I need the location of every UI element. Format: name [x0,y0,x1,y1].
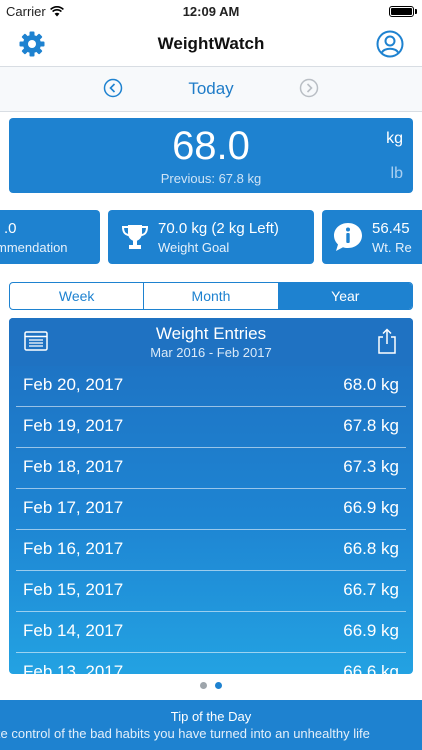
tab-week[interactable]: Week [10,283,145,309]
entry-weight: 67.8 kg [343,416,399,435]
entry-weight: 67.3 kg [343,457,399,476]
tab-year[interactable]: Year [278,283,412,309]
entry-weight: 66.7 kg [343,580,399,599]
table-row[interactable]: Feb 15, 2017 66.7 kg [16,571,406,612]
current-weight-value: 68.0 [172,124,250,168]
entry-weight: 66.8 kg [343,539,399,558]
tip-text: ke control of the bad habits you have tu… [0,726,370,741]
trophy-icon [121,225,149,249]
recommendation-label: mmendation [0,240,68,255]
unit-lb-toggle[interactable]: lb [391,165,403,183]
unit-kg-toggle[interactable]: kg [386,130,403,148]
entry-date: Feb 20, 2017 [23,375,124,394]
nav-bar: WeightWatch [0,24,422,66]
table-row[interactable]: Feb 18, 2017 67.3 kg [16,448,406,489]
table-row[interactable]: Feb 13, 2017 66.6 kg [16,653,406,674]
weight-entries-panel: Weight Entries Mar 2016 - Feb 2017 Feb 2… [9,318,413,674]
entry-date: Feb 15, 2017 [23,580,124,599]
period-selector: Week Month Year [9,282,413,310]
page-indicator[interactable] [0,682,422,692]
date-navigator: Today [0,66,422,112]
table-row[interactable]: Feb 14, 2017 66.9 kg [16,612,406,653]
entries-header: Weight Entries Mar 2016 - Feb 2017 [9,318,413,366]
table-row[interactable]: Feb 16, 2017 66.8 kg [16,530,406,571]
entries-list: Feb 20, 2017 68.0 kg Feb 19, 2017 67.8 k… [9,366,413,674]
status-time: 12:09 AM [182,4,240,19]
weight-range-label: Wt. Re [372,240,412,255]
chevron-right-icon[interactable] [299,78,319,98]
table-row[interactable]: Feb 20, 2017 68.0 kg [16,366,406,407]
entry-date: Feb 14, 2017 [23,621,124,640]
entry-date: Feb 17, 2017 [23,498,124,517]
weight-range-card[interactable]: 56.45 Wt. Re [322,210,422,264]
entry-weight: 66.9 kg [343,621,399,640]
recommendation-value: .0 [4,220,17,237]
tab-month[interactable]: Month [144,283,279,309]
current-weight-card[interactable]: 68.0 Previous: 67.8 kg kg lb [9,118,413,193]
weight-goal-value: 70.0 kg (2 kg Left) [158,220,279,237]
status-bar: Carrier 12:09 AM [0,0,422,24]
entry-date: Feb 16, 2017 [23,539,124,558]
entries-date-range: Mar 2016 - Feb 2017 [150,345,272,360]
weight-goal-label: Weight Goal [158,240,230,255]
entries-title: Weight Entries [155,324,267,343]
weight-range-value: 56.45 [372,220,410,237]
table-row[interactable]: Feb 19, 2017 67.8 kg [16,407,406,448]
share-icon[interactable] [377,328,397,354]
tip-title: Tip of the Day [170,709,252,724]
entry-weight: 68.0 kg [343,375,399,394]
entry-weight: 66.9 kg [343,498,399,517]
previous-weight-label: Previous: 67.8 kg [160,171,262,186]
app-title: WeightWatch [157,34,265,53]
entry-date: Feb 13, 2017 [23,662,124,674]
info-icon [334,223,362,251]
user-icon[interactable] [376,30,404,58]
battery-icon [389,6,417,17]
entry-date: Feb 19, 2017 [23,416,124,435]
table-row[interactable]: Feb 17, 2017 66.9 kg [16,489,406,530]
entry-date: Feb 18, 2017 [23,457,124,476]
entry-weight: 66.6 kg [343,662,399,674]
weight-goal-card[interactable]: 70.0 kg (2 kg Left) Weight Goal [108,210,314,264]
tip-of-the-day[interactable]: Tip of the Day ke control of the bad hab… [0,700,422,750]
current-date-label[interactable]: Today [0,79,422,99]
recommendation-card[interactable]: .0 mmendation [0,210,100,264]
page-dot-active [215,682,222,689]
page-dot [200,682,207,689]
